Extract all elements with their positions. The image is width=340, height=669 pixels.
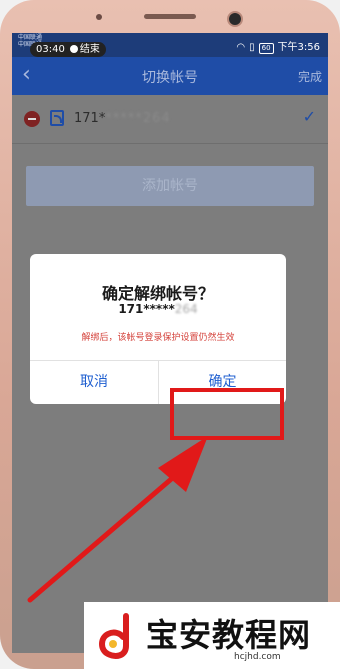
watermark-title: 宝安教程网 [146, 616, 312, 654]
watermark-url: hcjhd.com [234, 652, 281, 662]
annotation-arrow [27, 436, 208, 603]
logo-mark-icon [99, 613, 129, 659]
arrow-shaft [27, 472, 179, 603]
watermark-logo: 宝安教程网 hcjhd.com [84, 602, 340, 669]
